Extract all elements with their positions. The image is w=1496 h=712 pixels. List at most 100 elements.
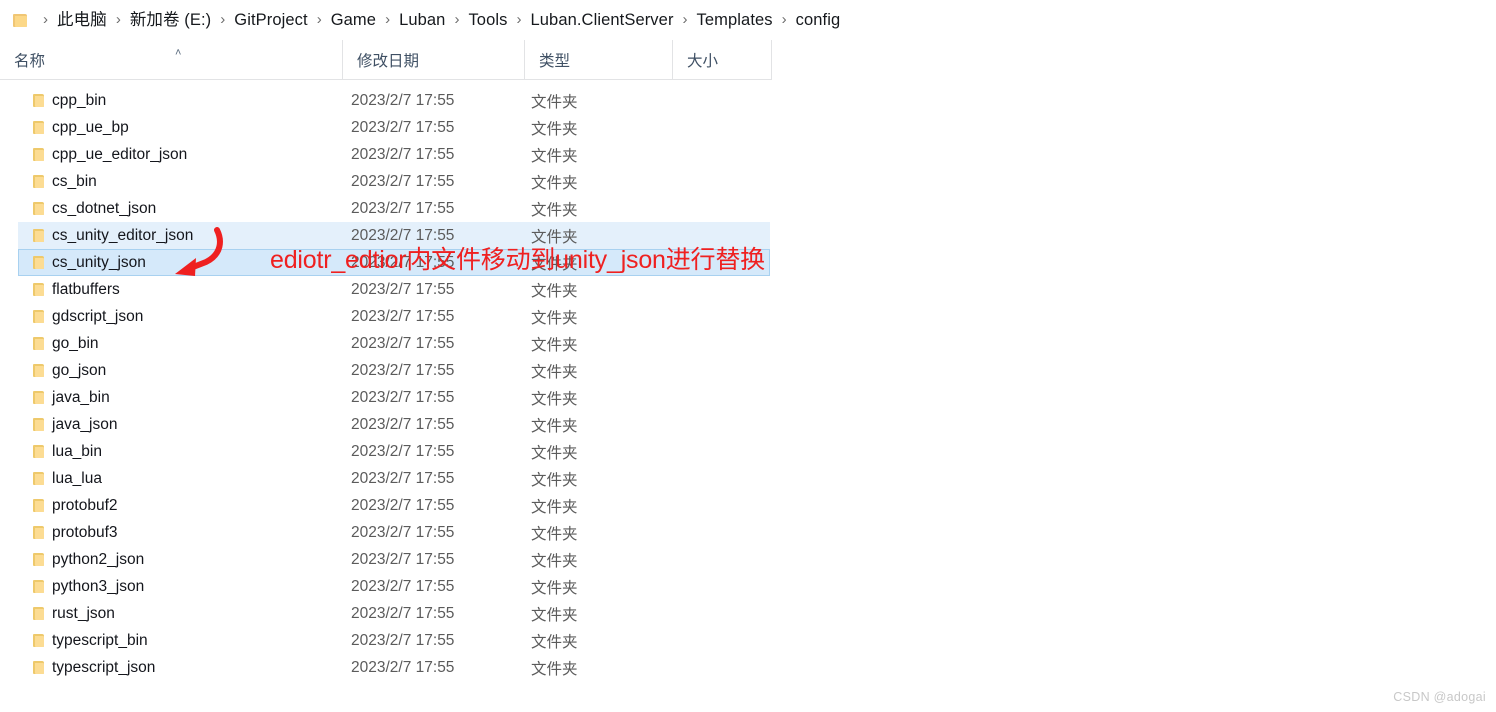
folder-icon: [13, 13, 29, 28]
table-row[interactable]: typescript_bin 2023/2/7 17:55 文件夹: [0, 627, 772, 654]
folder-icon: [30, 606, 45, 621]
folder-icon: [30, 282, 45, 297]
cell-type: 文件夹: [531, 228, 578, 246]
file-name-label: protobuf2: [52, 496, 118, 514]
cell-name[interactable]: typescript_json: [30, 654, 155, 681]
folder-icon: [30, 255, 45, 270]
folder-icon: [30, 93, 45, 108]
breadcrumb-item-config[interactable]: config: [795, 9, 842, 31]
file-name-label: cpp_ue_editor_json: [52, 145, 188, 163]
folder-icon: [30, 525, 45, 540]
cell-type: 文件夹: [531, 147, 578, 165]
cell-name[interactable]: rust_json: [30, 600, 115, 627]
table-row[interactable]: lua_bin 2023/2/7 17:55 文件夹: [0, 438, 772, 465]
breadcrumb-separator: ›: [385, 10, 391, 28]
cell-date-modified: 2023/2/7 17:55: [351, 307, 455, 325]
cell-name[interactable]: cpp_ue_editor_json: [30, 141, 187, 168]
breadcrumb-item-this-pc[interactable]: 此电脑: [56, 9, 108, 31]
cell-name[interactable]: gdscript_json: [30, 303, 143, 330]
table-row[interactable]: cpp_bin 2023/2/7 17:55 文件夹: [0, 87, 772, 114]
column-header-date-modified[interactable]: 修改日期: [342, 40, 524, 80]
table-row[interactable]: go_bin 2023/2/7 17:55 文件夹: [0, 330, 772, 357]
cell-type: 文件夹: [531, 417, 578, 435]
folder-icon: [30, 201, 45, 216]
cell-type: 文件夹: [531, 174, 578, 192]
cell-name[interactable]: cpp_ue_bp: [30, 114, 129, 141]
breadcrumb-separator: ›: [115, 10, 121, 28]
file-list[interactable]: cpp_bin 2023/2/7 17:55 文件夹 cpp_ue_bp 2023/2/…: [0, 87, 1496, 681]
cell-date-modified: 2023/2/7 17:55: [351, 91, 455, 109]
table-row[interactable]: java_json 2023/2/7 17:55 文件夹: [0, 411, 772, 438]
breadcrumb-item-gitproject[interactable]: GitProject: [233, 9, 308, 31]
cell-type: 文件夹: [531, 525, 578, 543]
table-row[interactable]: flatbuffers 2023/2/7 17:55 文件夹: [0, 276, 772, 303]
table-row[interactable]: go_json 2023/2/7 17:55 文件夹: [0, 357, 772, 384]
table-row[interactable]: typescript_json 2023/2/7 17:55 文件夹: [0, 654, 772, 681]
file-name-label: protobuf3: [52, 523, 118, 541]
table-row[interactable]: cs_bin 2023/2/7 17:55 文件夹: [0, 168, 772, 195]
file-name-label: python2_json: [52, 550, 145, 568]
breadcrumb-separator: ›: [316, 10, 322, 28]
cell-name[interactable]: cs_dotnet_json: [30, 195, 156, 222]
cell-date-modified: 2023/2/7 17:55: [351, 118, 455, 136]
table-row[interactable]: cpp_ue_editor_json 2023/2/7 17:55 文件夹: [0, 141, 772, 168]
cell-date-modified: 2023/2/7 17:55: [351, 172, 455, 190]
breadcrumb-item-tools[interactable]: Tools: [467, 9, 508, 31]
cell-name[interactable]: flatbuffers: [30, 276, 120, 303]
table-row[interactable]: java_bin 2023/2/7 17:55 文件夹: [0, 384, 772, 411]
table-row[interactable]: python3_json 2023/2/7 17:55 文件夹: [0, 573, 772, 600]
file-name-label: cs_unity_editor_json: [52, 226, 194, 244]
breadcrumb-item-drive-e[interactable]: 新加卷 (E:): [129, 9, 212, 31]
folder-icon: [30, 147, 45, 162]
cell-name[interactable]: protobuf3: [30, 519, 118, 546]
file-name-label: cpp_ue_bp: [52, 118, 129, 136]
table-row[interactable]: cs_unity_json 2023/2/7 17:55 文件夹: [0, 249, 772, 276]
table-row[interactable]: rust_json 2023/2/7 17:55 文件夹: [0, 600, 772, 627]
column-header-size[interactable]: 大小: [672, 40, 772, 80]
cell-name[interactable]: cs_bin: [30, 168, 97, 195]
breadcrumb-separator: ›: [682, 10, 688, 28]
cell-name[interactable]: protobuf2: [30, 492, 118, 519]
breadcrumb[interactable]: › 此电脑 › 新加卷 (E:) › GitProject › Game › L…: [0, 0, 1496, 40]
column-header-right-divider: [771, 40, 772, 80]
breadcrumb-item-luban[interactable]: Luban: [398, 9, 446, 31]
cell-name[interactable]: lua_bin: [30, 438, 102, 465]
table-row[interactable]: gdscript_json 2023/2/7 17:55 文件夹: [0, 303, 772, 330]
folder-icon: [30, 552, 45, 567]
cell-date-modified: 2023/2/7 17:55: [351, 361, 455, 379]
column-header-name-label: 名称: [14, 53, 46, 70]
column-header-type[interactable]: 类型: [524, 40, 672, 80]
column-header-name[interactable]: 名称 ˄: [0, 40, 342, 80]
cell-name[interactable]: go_bin: [30, 330, 99, 357]
table-row[interactable]: lua_lua 2023/2/7 17:55 文件夹: [0, 465, 772, 492]
cell-type: 文件夹: [531, 390, 578, 408]
breadcrumb-item-luban-clientserver[interactable]: Luban.ClientServer: [529, 9, 674, 31]
table-row[interactable]: protobuf2 2023/2/7 17:55 文件夹: [0, 492, 772, 519]
breadcrumb-separator: ›: [43, 10, 48, 28]
folder-icon: [30, 498, 45, 513]
breadcrumb-separator: ›: [220, 10, 226, 28]
cell-name[interactable]: cs_unity_editor_json: [30, 222, 193, 249]
cell-name[interactable]: cs_unity_json: [30, 249, 146, 276]
folder-icon: [30, 174, 45, 189]
cell-name[interactable]: cpp_bin: [30, 87, 106, 114]
cell-date-modified: 2023/2/7 17:55: [351, 388, 455, 406]
breadcrumb-item-game[interactable]: Game: [330, 9, 377, 31]
table-row[interactable]: python2_json 2023/2/7 17:55 文件夹: [0, 546, 772, 573]
cell-name[interactable]: typescript_bin: [30, 627, 148, 654]
folder-icon: [30, 363, 45, 378]
breadcrumb-separator: ›: [454, 10, 460, 28]
table-row[interactable]: cpp_ue_bp 2023/2/7 17:55 文件夹: [0, 114, 772, 141]
cell-name[interactable]: java_bin: [30, 384, 110, 411]
cell-name[interactable]: python2_json: [30, 546, 144, 573]
cell-name[interactable]: lua_lua: [30, 465, 102, 492]
cell-name[interactable]: java_json: [30, 411, 118, 438]
cell-type: 文件夹: [531, 336, 578, 354]
table-row[interactable]: cs_dotnet_json 2023/2/7 17:55 文件夹: [0, 195, 772, 222]
table-row[interactable]: cs_unity_editor_json 2023/2/7 17:55 文件夹: [0, 222, 772, 249]
cell-type: 文件夹: [531, 579, 578, 597]
breadcrumb-item-templates[interactable]: Templates: [696, 9, 774, 31]
table-row[interactable]: protobuf3 2023/2/7 17:55 文件夹: [0, 519, 772, 546]
cell-name[interactable]: go_json: [30, 357, 106, 384]
cell-name[interactable]: python3_json: [30, 573, 144, 600]
